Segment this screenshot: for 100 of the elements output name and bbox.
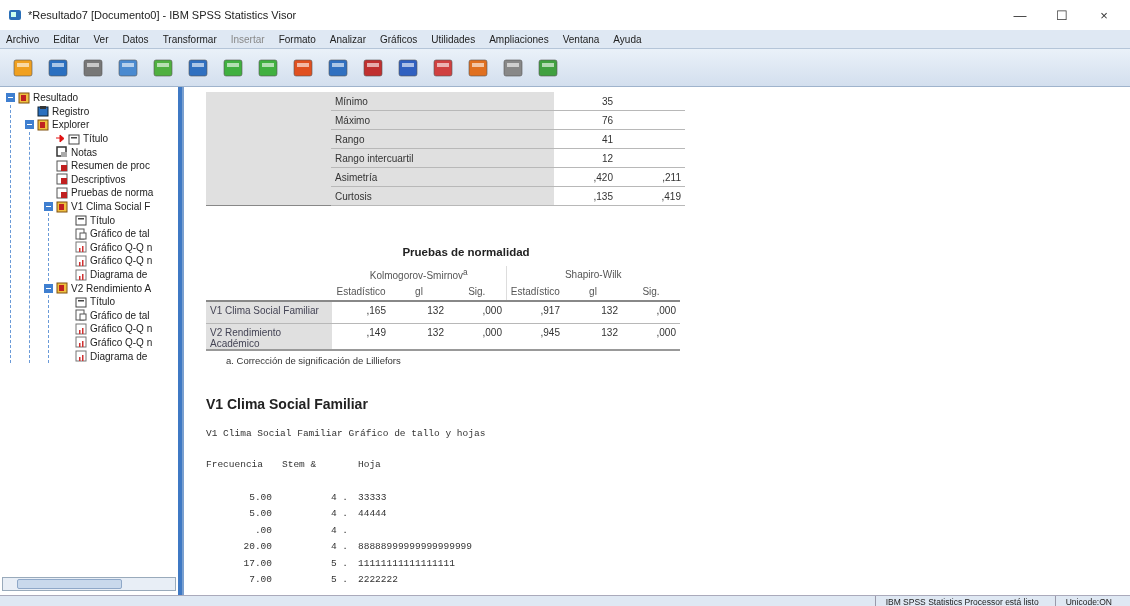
tree-item[interactable]: Descriptivos bbox=[71, 173, 126, 185]
column-header: Stem & bbox=[282, 458, 318, 472]
menu-item[interactable]: Datos bbox=[122, 33, 149, 45]
column-header: Estadístico bbox=[506, 283, 564, 301]
column-header: Sig. bbox=[448, 283, 506, 301]
table-cell: 132 bbox=[564, 323, 622, 350]
tree-item[interactable]: Diagrama de bbox=[90, 269, 148, 280]
frequency-value: 5.00 bbox=[248, 507, 272, 521]
horizontal-scrollbar[interactable] bbox=[2, 577, 176, 591]
table-cell: ,419 bbox=[617, 186, 685, 206]
stem-value: 4 . bbox=[329, 507, 348, 521]
tree-item[interactable]: Resultado bbox=[33, 92, 79, 104]
window-control[interactable]: — bbox=[1002, 7, 1038, 23]
stem-value: 4 . bbox=[329, 490, 348, 505]
table-cell: ,165 bbox=[332, 301, 390, 324]
table-cell: Mínimo bbox=[331, 92, 554, 111]
frequency-value: 7.00 bbox=[248, 573, 272, 587]
output-node-icon bbox=[56, 200, 68, 213]
table-title: Pruebas de normalidad bbox=[401, 246, 531, 258]
tree-item[interactable]: Gráfico de tal bbox=[90, 309, 150, 321]
leaf-value: 88888999999999999999 bbox=[358, 540, 474, 554]
table-cell: 132 bbox=[390, 323, 448, 350]
tree-item[interactable]: Título bbox=[90, 214, 115, 226]
title-node-icon bbox=[75, 295, 87, 308]
menu-item[interactable]: Editar bbox=[53, 33, 80, 45]
stem-value: 4 . bbox=[329, 540, 348, 554]
menu-item[interactable]: Transformar bbox=[162, 33, 217, 45]
leaf-value: 33333 bbox=[358, 490, 388, 505]
tree-item[interactable]: Título bbox=[90, 296, 115, 308]
tree-item[interactable]: Título bbox=[83, 133, 108, 145]
tree-item[interactable]: Gráfico Q-Q n bbox=[90, 241, 153, 253]
tree-item[interactable]: Resumen de proc bbox=[71, 160, 150, 172]
table-cell: ,000 bbox=[448, 301, 506, 324]
notes-node-icon bbox=[56, 146, 68, 159]
column-group-header: Shapiro-Wilk bbox=[506, 266, 680, 283]
menu-item[interactable]: Utilidades bbox=[431, 33, 476, 45]
column-header: Sig. bbox=[622, 283, 680, 301]
chart-node-icon bbox=[75, 254, 87, 267]
table-node-icon bbox=[56, 173, 68, 186]
table-cell: ,000 bbox=[622, 323, 680, 350]
tree-item[interactable]: Explorer bbox=[52, 119, 90, 131]
table-cell: 76 bbox=[554, 110, 617, 130]
text-node-icon bbox=[75, 309, 87, 322]
tree-item[interactable]: Registro bbox=[52, 105, 90, 117]
collapse-toggle[interactable] bbox=[44, 283, 53, 293]
collapse-toggle[interactable] bbox=[6, 93, 15, 103]
table-cell: 12 bbox=[554, 148, 617, 168]
table-cell: 132 bbox=[390, 301, 448, 324]
menu-item[interactable]: Formato bbox=[278, 33, 316, 45]
chart-node-icon bbox=[75, 350, 87, 363]
menu-item[interactable]: Ampliaciones bbox=[489, 33, 549, 45]
menu-item[interactable]: Ayuda bbox=[613, 33, 642, 45]
leaf-value: 44444 bbox=[358, 507, 388, 521]
column-header: Frecuencia bbox=[206, 458, 264, 472]
tree-item[interactable]: Diagrama de bbox=[90, 350, 148, 362]
table-cell: ,000 bbox=[622, 301, 680, 324]
title-node-icon bbox=[68, 132, 80, 145]
tree-item[interactable]: Gráfico Q-Q n bbox=[90, 337, 153, 348]
leaf-value: 11111111111111111 bbox=[358, 556, 456, 571]
menu-item[interactable]: Gráficos bbox=[380, 33, 418, 45]
collapse-toggle[interactable] bbox=[44, 202, 53, 212]
frequency-value: 5.00 bbox=[248, 490, 272, 505]
column-header: gl bbox=[564, 283, 622, 301]
column-header: gl bbox=[390, 283, 448, 301]
table-footnote: a. Corrección de significación de Lilliefors bbox=[226, 355, 402, 366]
tree-item[interactable]: Pruebas de norma bbox=[71, 187, 154, 199]
menu-item[interactable]: Analizar bbox=[329, 33, 366, 45]
chart-caption: V1 Clima Social Familiar Gráfico de tallo y hojas bbox=[206, 428, 487, 439]
table-cell: 35 bbox=[554, 92, 617, 111]
tree-item[interactable]: V2 Rendimiento A bbox=[71, 282, 152, 294]
chart-node-icon bbox=[75, 322, 87, 335]
table-node-icon bbox=[56, 159, 68, 172]
column-group-header: Kolmogorov-Smirnov$^{a}$ bbox=[332, 266, 506, 283]
chart-node-icon bbox=[75, 268, 87, 281]
log-node-icon bbox=[37, 105, 49, 118]
table-cell: ,135 bbox=[554, 186, 617, 206]
status-text: Unicode:ON bbox=[1054, 596, 1122, 606]
frequency-value: 17.00 bbox=[242, 556, 272, 571]
tree-item[interactable]: Gráfico de tal bbox=[90, 228, 150, 240]
table-cell: ,000 bbox=[448, 323, 506, 350]
tree-item[interactable]: Gráfico Q-Q n bbox=[90, 323, 153, 335]
table-cell: ,945 bbox=[506, 323, 564, 350]
collapse-toggle[interactable] bbox=[25, 120, 34, 130]
menu-item[interactable]: Ventana bbox=[562, 33, 600, 45]
window-title: *Resultado7 [Documento0] - IBM SPSS Statistics Visor bbox=[28, 9, 298, 21]
tree-item[interactable]: Notas bbox=[71, 146, 98, 158]
column-header: Hoja bbox=[358, 458, 382, 472]
stem-value: 4 . bbox=[329, 523, 348, 538]
table-cell: 41 bbox=[554, 129, 617, 149]
table-cell: ,420 bbox=[554, 167, 617, 187]
row-header: V1 Clima Social Familiar bbox=[206, 301, 332, 324]
status-text: IBM SPSS Statistics Processor está listo bbox=[874, 596, 1049, 606]
text-node-icon bbox=[75, 227, 87, 240]
window-control[interactable]: × bbox=[1086, 7, 1122, 23]
menu-item[interactable]: Ver bbox=[93, 33, 109, 45]
tree-item[interactable]: V1 Clima Social F bbox=[71, 201, 151, 213]
menu-item[interactable]: Archivo bbox=[6, 33, 40, 45]
window-control[interactable]: ☐ bbox=[1044, 7, 1080, 23]
tree-item[interactable]: Gráfico Q-Q n bbox=[90, 255, 153, 267]
frequency-value: .00 bbox=[253, 523, 272, 538]
